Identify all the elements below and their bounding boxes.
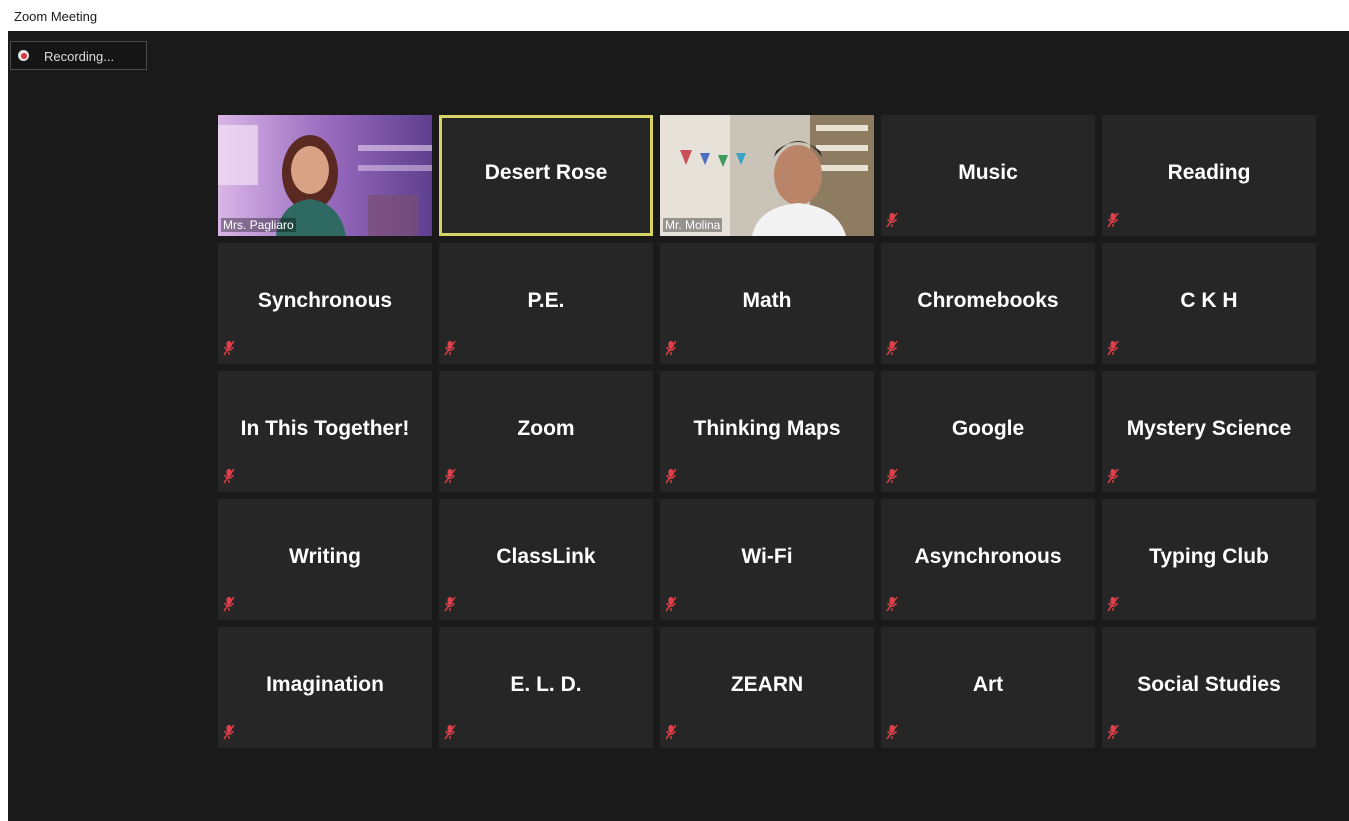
participant-name: Mystery Science bbox=[1126, 417, 1292, 440]
participant-name: Typing Club bbox=[1149, 545, 1269, 568]
muted-mic-icon bbox=[665, 724, 677, 740]
muted-mic-icon bbox=[444, 596, 456, 612]
participant-name: In This Together! bbox=[240, 417, 410, 440]
muted-mic-icon bbox=[665, 468, 677, 484]
muted-mic-icon bbox=[223, 596, 235, 612]
participant-tile[interactable]: Writing bbox=[218, 499, 432, 620]
participant-name: Synchronous bbox=[257, 289, 393, 312]
participant-tile[interactable]: ClassLink bbox=[439, 499, 653, 620]
title-bar: Zoom Meeting bbox=[0, 0, 1349, 31]
participant-tile[interactable]: Mystery Science bbox=[1102, 371, 1316, 492]
muted-mic-icon bbox=[886, 724, 898, 740]
participant-name: C K H bbox=[1180, 289, 1238, 312]
muted-mic-icon bbox=[1107, 340, 1119, 356]
participant-name: ClassLink bbox=[496, 545, 596, 568]
participant-name: Google bbox=[951, 417, 1025, 440]
participant-name: Mrs. Pagliaro bbox=[221, 218, 296, 232]
muted-mic-icon bbox=[223, 468, 235, 484]
participant-tile[interactable]: Typing Club bbox=[1102, 499, 1316, 620]
muted-mic-icon bbox=[444, 724, 456, 740]
participant-name: Imagination bbox=[266, 673, 384, 696]
participant-tile[interactable]: Google bbox=[881, 371, 1095, 492]
participant-tile-active-speaker[interactable]: Desert Rose bbox=[439, 115, 653, 236]
participant-tile[interactable]: Art bbox=[881, 627, 1095, 748]
participant-tile-video[interactable]: Mr. Molina bbox=[660, 115, 874, 236]
muted-mic-icon bbox=[223, 340, 235, 356]
participant-tile[interactable]: Imagination bbox=[218, 627, 432, 748]
participant-tile[interactable]: Social Studies bbox=[1102, 627, 1316, 748]
muted-mic-icon bbox=[1107, 724, 1119, 740]
participant-tile[interactable]: Thinking Maps bbox=[660, 371, 874, 492]
participant-tile[interactable]: Wi-Fi bbox=[660, 499, 874, 620]
participant-name: Reading bbox=[1167, 161, 1251, 184]
recording-label: Recording... bbox=[44, 49, 115, 64]
participant-tile[interactable]: C K H bbox=[1102, 243, 1316, 364]
muted-mic-icon bbox=[1107, 596, 1119, 612]
participant-name: Wi-Fi bbox=[741, 545, 793, 568]
participant-name: Asynchronous bbox=[914, 545, 1062, 568]
participant-name: Thinking Maps bbox=[693, 417, 841, 440]
participant-name: Mr. Molina bbox=[663, 218, 723, 232]
participant-tile[interactable]: P.E. bbox=[439, 243, 653, 364]
muted-mic-icon bbox=[1107, 468, 1119, 484]
muted-mic-icon bbox=[886, 212, 898, 228]
muted-mic-icon bbox=[444, 340, 456, 356]
participant-tile[interactable]: Synchronous bbox=[218, 243, 432, 364]
participant-tile-video[interactable]: Mrs. Pagliaro bbox=[218, 115, 432, 236]
window-title: Zoom Meeting bbox=[14, 9, 98, 24]
participant-name: Desert Rose bbox=[484, 161, 608, 184]
muted-mic-icon bbox=[665, 596, 677, 612]
participant-name: Math bbox=[742, 289, 792, 312]
muted-mic-icon bbox=[886, 340, 898, 356]
participant-tile[interactable]: Chromebooks bbox=[881, 243, 1095, 364]
participant-tile[interactable]: Asynchronous bbox=[881, 499, 1095, 620]
muted-mic-icon bbox=[886, 468, 898, 484]
gallery-view: Mrs. Pagliaro Desert Rose Mr. Molina Mus… bbox=[218, 115, 1318, 748]
participant-name: ZEARN bbox=[730, 673, 804, 696]
participant-tile[interactable]: Zoom bbox=[439, 371, 653, 492]
participant-name: Writing bbox=[289, 545, 361, 568]
participant-name: Chromebooks bbox=[917, 289, 1059, 312]
recording-dot-icon bbox=[18, 50, 29, 61]
muted-mic-icon bbox=[223, 724, 235, 740]
participant-name: Music bbox=[958, 161, 1018, 184]
participant-tile[interactable]: Music bbox=[881, 115, 1095, 236]
muted-mic-icon bbox=[1107, 212, 1119, 228]
muted-mic-icon bbox=[886, 596, 898, 612]
participant-tile[interactable]: Math bbox=[660, 243, 874, 364]
muted-mic-icon bbox=[665, 340, 677, 356]
participant-tile[interactable]: In This Together! bbox=[218, 371, 432, 492]
participant-name: Social Studies bbox=[1137, 673, 1281, 696]
participant-name: Zoom bbox=[517, 417, 575, 440]
participant-name: E. L. D. bbox=[510, 673, 582, 696]
participant-name: P.E. bbox=[527, 289, 565, 312]
participant-tile[interactable]: E. L. D. bbox=[439, 627, 653, 748]
recording-indicator[interactable]: Recording... bbox=[10, 41, 147, 70]
muted-mic-icon bbox=[444, 468, 456, 484]
participant-name: Art bbox=[972, 673, 1004, 696]
participant-tile[interactable]: ZEARN bbox=[660, 627, 874, 748]
participant-tile[interactable]: Reading bbox=[1102, 115, 1316, 236]
